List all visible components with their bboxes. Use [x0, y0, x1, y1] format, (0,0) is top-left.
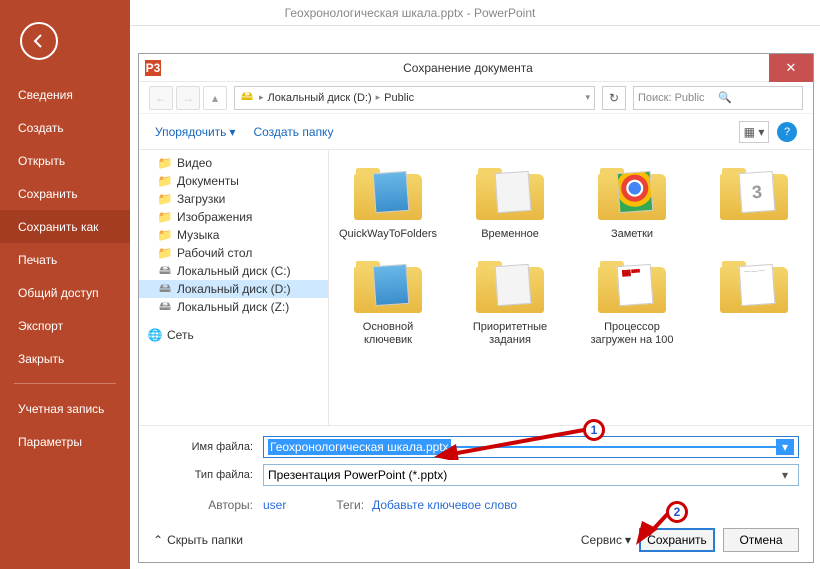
chevron-up-icon: ⌃ [153, 533, 163, 547]
backstage-sidebar: Сведения Создать Открыть Сохранить Сохра… [0, 0, 130, 569]
menu-print[interactable]: Печать [0, 243, 130, 276]
search-icon: 🔍 [718, 91, 798, 104]
back-arrow-icon [30, 32, 48, 50]
menu-info[interactable]: Сведения [0, 78, 130, 111]
chevron-right-icon: ▸ [259, 92, 264, 103]
menu-share[interactable]: Общий доступ [0, 276, 130, 309]
hide-folders-button[interactable]: ⌃Скрыть папки [153, 533, 243, 547]
refresh-button[interactable]: ↻ [602, 86, 626, 110]
chevron-down-icon[interactable]: ▾ [585, 92, 590, 103]
filename-label: Имя файла: [153, 441, 263, 453]
breadcrumb-disk[interactable]: Локальный диск (D:) [268, 92, 372, 104]
close-button[interactable]: ✕ [769, 54, 813, 82]
nav-forward-button[interactable]: → [176, 86, 200, 110]
tree-item-network[interactable]: 🌐Сеть [139, 326, 328, 344]
filetype-select[interactable]: Презентация PowerPoint (*.pptx)▾ [263, 464, 799, 486]
powerpoint-icon: P3 [145, 60, 161, 76]
folder-icon: 📁 [157, 155, 173, 171]
chevron-down-icon[interactable]: ▾ [776, 439, 794, 455]
menu-close[interactable]: Закрыть [0, 342, 130, 375]
folder-tree[interactable]: 📁Видео 📁Документы 📁Загрузки 📁Изображения… [139, 150, 329, 425]
authors-label: Авторы: [153, 498, 263, 512]
folder-item[interactable]: Основной ключевик [339, 259, 437, 347]
menu-open[interactable]: Открыть [0, 144, 130, 177]
menu-options[interactable]: Параметры [0, 425, 130, 458]
folder-item[interactable]: 3 [705, 166, 803, 241]
back-button[interactable] [20, 22, 58, 60]
annotation-2: 2 [666, 501, 688, 523]
chevron-right-icon: ▸ [376, 92, 381, 103]
organize-button[interactable]: Упорядочить▾ [155, 125, 235, 139]
tree-item-images[interactable]: 📁Изображения [139, 208, 328, 226]
folder-icon: 📁 [157, 227, 173, 243]
dialog-title: Сохранение документа [167, 61, 769, 75]
search-input[interactable]: Поиск: Public 🔍 [633, 86, 803, 110]
nav-back-button[interactable]: ← [149, 86, 173, 110]
cancel-button[interactable]: Отмена [723, 528, 799, 552]
help-button[interactable]: ? [777, 122, 797, 142]
folder-item[interactable]: Приоритетные задания [461, 259, 559, 347]
dialog-body: 📁Видео 📁Документы 📁Загрузки 📁Изображения… [139, 150, 813, 425]
files-pane[interactable]: QuickWayToFolders Временное Заметки 3 Ос… [329, 150, 813, 425]
disk-icon: 🖴 [157, 263, 173, 279]
tree-item-documents[interactable]: 📁Документы [139, 172, 328, 190]
folder-item[interactable]: Временное [461, 166, 559, 241]
disk-icon: 🖴 [157, 299, 173, 315]
menu-new[interactable]: Создать [0, 111, 130, 144]
folder-icon: 📁 [157, 191, 173, 207]
folder-item[interactable]: ─── ─── ─── [705, 259, 803, 347]
folder-item[interactable]: Заметки [583, 166, 681, 241]
view-mode-button[interactable]: ▦ ▾ [739, 121, 769, 143]
folder-item[interactable]: QuickWayToFolders [339, 166, 437, 241]
annotation-arrow-1 [434, 424, 589, 460]
tags-label: Теги: [336, 498, 364, 512]
menu-account[interactable]: Учетная запись [0, 392, 130, 425]
menu-save[interactable]: Сохранить [0, 177, 130, 210]
service-button[interactable]: Сервис▾ [581, 533, 631, 547]
annotation-1: 1 [583, 419, 605, 441]
dialog-titlebar: P3 Сохранение документа ✕ [139, 54, 813, 82]
folder-icon: 🖴 [239, 90, 255, 106]
tree-item-music[interactable]: 📁Музыка [139, 226, 328, 244]
folder-icon: 📁 [157, 173, 173, 189]
tree-item-downloads[interactable]: 📁Загрузки [139, 190, 328, 208]
search-placeholder: Поиск: Public [638, 92, 718, 104]
authors-value[interactable]: user [263, 498, 286, 512]
nav-up-button[interactable]: ▴ [203, 86, 227, 110]
menu-save-as[interactable]: Сохранить как [0, 210, 130, 243]
dialog-nav: ← → ▴ 🖴 ▸ Локальный диск (D:) ▸ Public ▾… [139, 82, 813, 114]
menu-divider [14, 383, 116, 384]
tree-item-disk-z[interactable]: 🖴Локальный диск (Z:) [139, 298, 328, 316]
dialog-toolbar: Упорядочить▾ Создать папку ▦ ▾ ? [139, 114, 813, 150]
tree-item-disk-c[interactable]: 🖴Локальный диск (C:) [139, 262, 328, 280]
folder-icon: 📁 [157, 245, 173, 261]
tree-item-video[interactable]: 📁Видео [139, 154, 328, 172]
tree-item-desktop[interactable]: 📁Рабочий стол [139, 244, 328, 262]
app-title: Геохронологическая шкала.pptx - PowerPoi… [285, 6, 536, 20]
new-folder-button[interactable]: Создать папку [253, 125, 333, 139]
filetype-label: Тип файла: [153, 469, 263, 481]
network-icon: 🌐 [147, 327, 163, 343]
breadcrumb[interactable]: 🖴 ▸ Локальный диск (D:) ▸ Public ▾ [234, 86, 595, 110]
folder-icon: 📁 [157, 209, 173, 225]
menu-export[interactable]: Экспорт [0, 309, 130, 342]
save-dialog: P3 Сохранение документа ✕ ← → ▴ 🖴 ▸ Лока… [138, 53, 814, 563]
tree-item-disk-d[interactable]: 🖴Локальный диск (D:) [139, 280, 328, 298]
breadcrumb-folder[interactable]: Public [384, 92, 414, 104]
folder-item[interactable]: ████ ████ ████Процессор загружен на 100 [583, 259, 681, 347]
disk-icon: 🖴 [157, 281, 173, 297]
tags-value[interactable]: Добавьте ключевое слово [372, 498, 517, 512]
chevron-down-icon: ▾ [229, 125, 235, 139]
chevron-down-icon[interactable]: ▾ [776, 468, 794, 482]
